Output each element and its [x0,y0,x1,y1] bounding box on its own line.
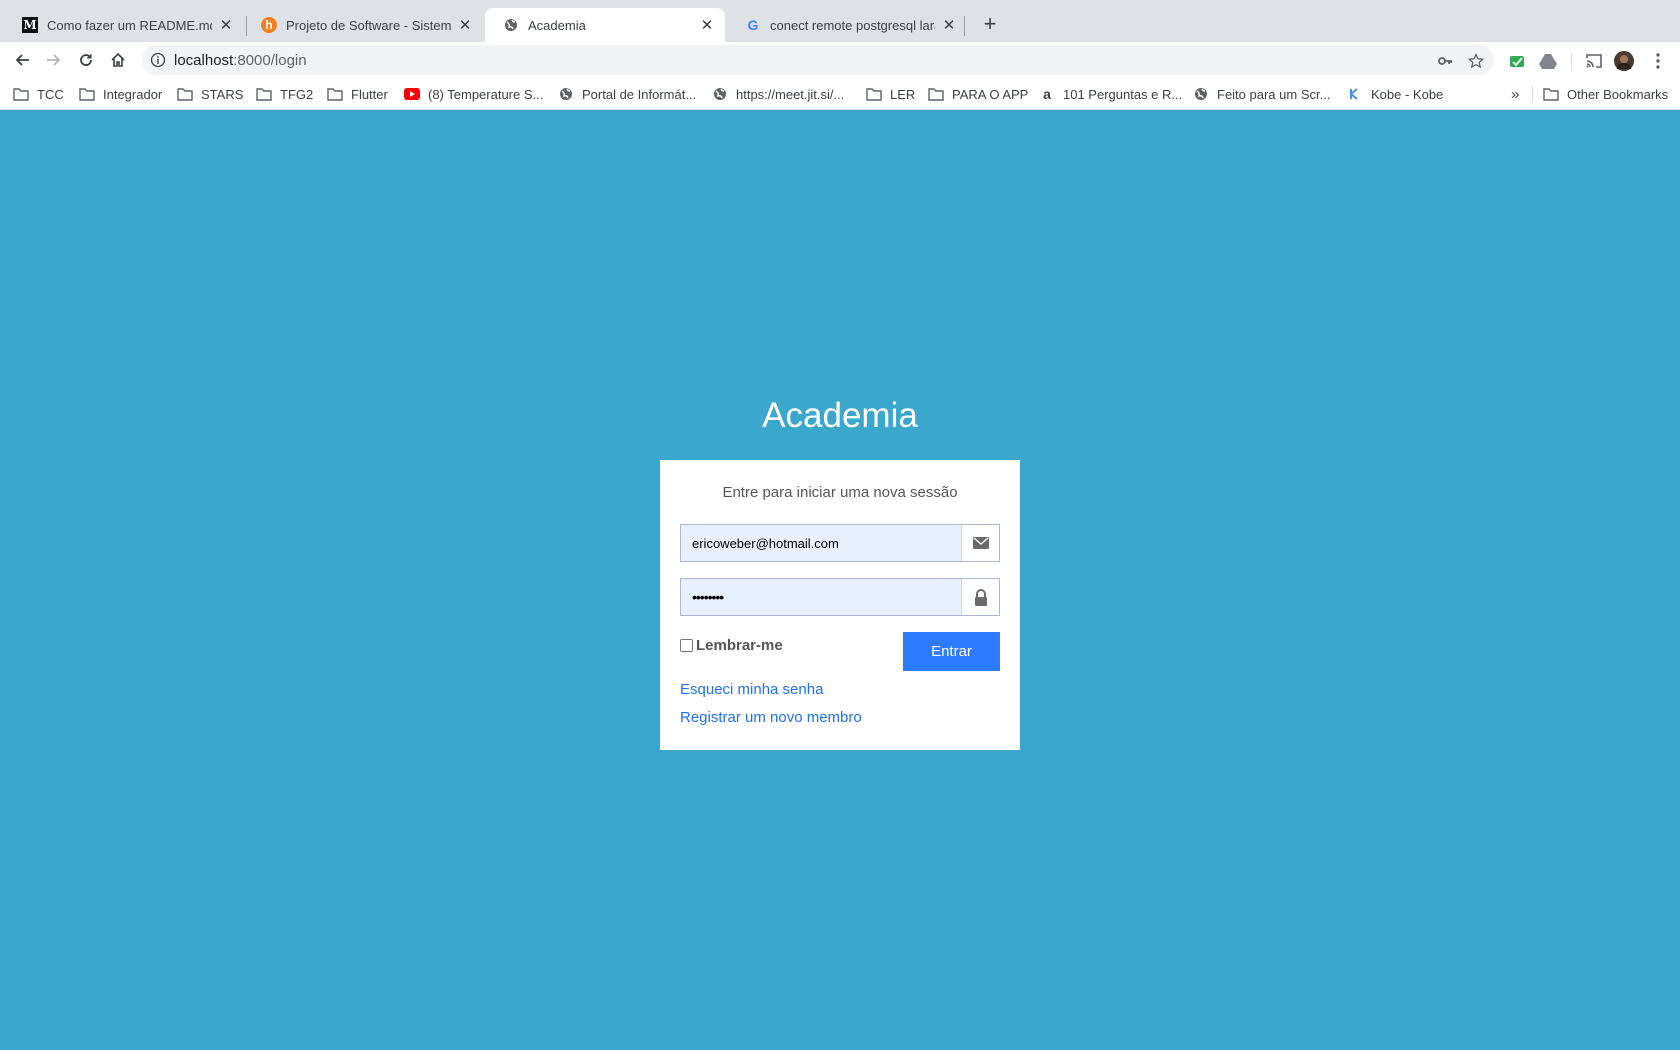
info-icon[interactable] [150,52,166,68]
back-icon[interactable] [8,46,36,74]
tab-title: Projeto de Software - Sistema [286,17,451,33]
close-tab-icon[interactable]: ✕ [457,16,473,34]
globe-icon [712,87,728,101]
browser-toolbar: localhost:8000/login [0,42,1680,78]
folder-icon [327,87,343,101]
envelope-icon [961,525,999,561]
menu-icon[interactable] [1648,51,1668,71]
bookmarks-divider [1532,86,1533,102]
close-tab-icon[interactable]: ✕ [218,16,234,34]
folder-icon [79,87,95,101]
bookmark-stars[interactable]: STARS [177,84,243,104]
tab-separator [964,16,965,36]
bookmark-temperature[interactable]: (8) Temperature S... [404,84,543,104]
folder-icon [256,87,272,101]
remember-me-checkbox[interactable] [680,639,693,652]
bookmark-tfg2[interactable]: TFG2 [256,84,313,104]
url-path: :8000/login [233,52,307,69]
bookmark-label: PARA O APP [952,86,1029,102]
bookmark-kobe[interactable]: Kobe - Kobe [1347,84,1443,104]
globe-icon [558,87,574,101]
login-message: Entre para iniciar uma nova sessão [722,484,958,501]
toolbar-divider [1571,53,1572,71]
youtube-icon [404,87,420,101]
google-icon: G [747,17,759,33]
hostinger-icon: h [261,17,277,33]
kobe-icon [1347,87,1363,101]
bookmark-tcc[interactable]: TCC [13,84,64,104]
login-card: Entre para iniciar uma nova sessão erico… [660,460,1020,750]
extension-check-icon[interactable] [1507,51,1527,71]
globe-icon [503,17,519,33]
bookmark-label: 101 Perguntas e R... [1063,86,1183,102]
tab-title: Academia [528,17,586,33]
tab-strip: M Como fazer um README.md Bi ✕ h Projeto… [0,0,1680,42]
bookmark-label: Other Bookmarks [1567,86,1669,102]
address-bar[interactable]: localhost:8000/login [142,45,1494,75]
remember-me: Lembrar-me [680,637,783,654]
medium-icon: M [22,17,38,33]
globe-icon [1193,87,1209,101]
forward-icon[interactable] [40,46,68,74]
bookmark-flutter[interactable]: Flutter [327,84,388,104]
tab-readme[interactable]: M Como fazer um README.md Bi ✕ [4,8,244,42]
email-value: ericoweber@hotmail.com [692,536,839,551]
bookmark-label: Portal de Informát... [582,86,697,102]
page-title: Academia [762,396,918,435]
folder-icon [928,87,944,101]
cast-icon[interactable] [1584,51,1604,71]
avatar[interactable] [1614,51,1634,71]
bookmark-label: TFG2 [280,86,314,102]
bookmark-label: (8) Temperature S... [428,86,544,102]
url-text: localhost:8000/login [174,52,307,69]
remember-me-label: Lembrar-me [696,637,783,654]
folder-icon [177,87,193,101]
password-field[interactable]: •••••••• [680,578,1000,616]
bookmark-jitsi[interactable]: https://meet.jit.si/... [712,84,844,104]
reload-icon[interactable] [72,46,100,74]
close-tab-icon[interactable]: ✕ [699,16,715,34]
star-icon[interactable] [1467,52,1485,70]
login-button[interactable]: Entrar [903,632,1000,671]
new-tab-icon[interactable]: + [976,10,1004,38]
lock-icon [961,579,999,615]
key-icon[interactable] [1436,52,1454,70]
bookmark-label: Integrador [103,86,163,102]
bookmark-label: Flutter [351,86,388,102]
folder-icon [13,87,29,101]
bookmarks-overflow-icon[interactable]: » [1511,84,1519,104]
bookmark-label: Feito para um Scr... [1217,86,1331,102]
bookmark-101-perguntas[interactable]: a 101 Perguntas e R... [1039,84,1182,104]
bookmark-integrador[interactable]: Integrador [79,84,162,104]
home-icon[interactable] [104,46,132,74]
url-host: localhost [174,52,234,69]
tab-academia[interactable]: Academia ✕ [485,8,725,42]
tab-title: Como fazer um README.md Bi [47,17,212,33]
bookmark-label: STARS [201,86,244,102]
tab-title: conect remote postgresql larav [770,17,935,33]
bookmark-portal[interactable]: Portal de Informát... [558,84,696,104]
close-tab-icon[interactable]: ✕ [941,16,957,34]
email-field[interactable]: ericoweber@hotmail.com [680,524,1000,562]
bookmark-para-o-app[interactable]: PARA O APP [928,84,1028,104]
bookmark-label: https://meet.jit.si/... [736,86,845,102]
bookmark-feito-para[interactable]: Feito para um Scr... [1193,84,1330,104]
bookmark-ler[interactable]: LER [866,84,915,104]
drive-icon[interactable] [1538,51,1558,71]
tab-google[interactable]: G conect remote postgresql larav ✕ [727,8,967,42]
bookmarks-bar: TCC Integrador STARS TFG2 Flutter (8) Te… [0,78,1680,110]
amazon-icon: a [1043,86,1051,102]
forgot-password-link[interactable]: Esqueci minha senha [680,681,823,698]
bookmark-label: TCC [37,86,64,102]
password-value: •••••••• [692,589,724,605]
bookmark-label: Kobe - Kobe [1371,86,1444,102]
tab-projeto[interactable]: h Projeto de Software - Sistema ✕ [243,8,483,42]
bookmark-other[interactable]: Other Bookmarks [1543,84,1668,104]
bookmark-label: LER [890,86,916,102]
folder-icon [866,87,882,101]
folder-icon [1543,87,1559,101]
register-link[interactable]: Registrar um novo membro [680,709,862,726]
